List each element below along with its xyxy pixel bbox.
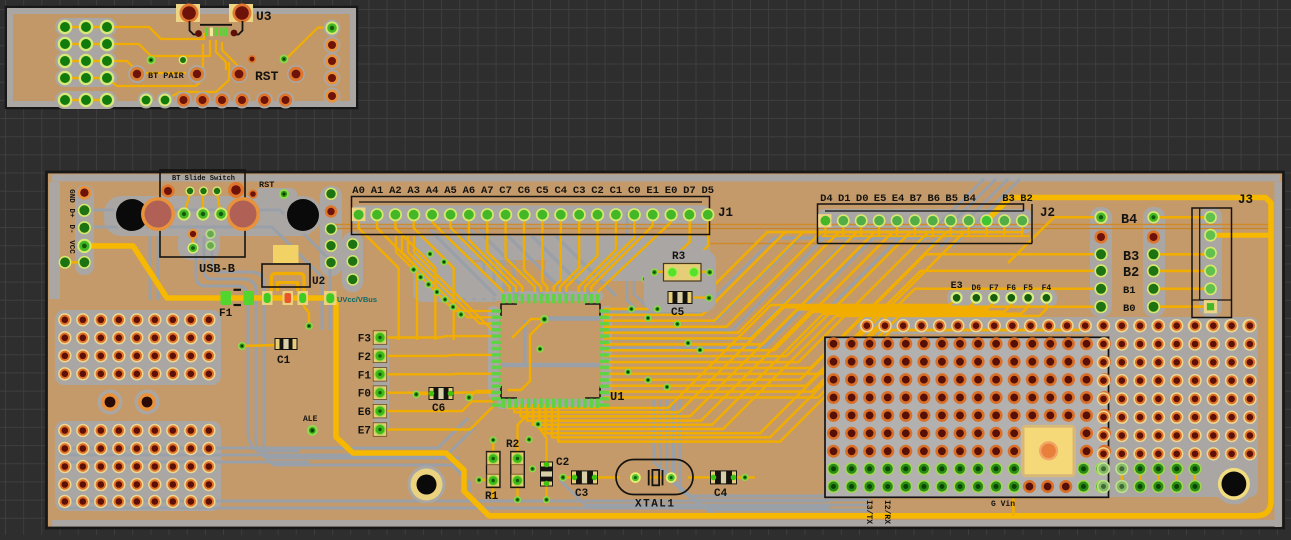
svg-text:C7: C7 (499, 185, 512, 197)
svg-text:C6: C6 (518, 185, 531, 197)
svg-text:RST: RST (259, 180, 274, 190)
svg-text:C4: C4 (554, 185, 567, 197)
svg-text:A0: A0 (352, 185, 365, 197)
svg-text:E6: E6 (358, 407, 371, 419)
svg-text:UVcc/VBus: UVcc/VBus (337, 295, 377, 304)
svg-text:BT Slide Switch: BT Slide Switch (172, 175, 235, 183)
svg-text:D6: D6 (971, 284, 981, 293)
svg-text:D7: D7 (683, 185, 696, 197)
svg-text:E0: E0 (665, 185, 678, 197)
svg-text:VCC: VCC (67, 240, 75, 254)
svg-text:F2: F2 (358, 352, 371, 364)
svg-text:I2/RX: I2/RX (882, 500, 891, 524)
svg-text:B2: B2 (1123, 266, 1139, 281)
svg-text:J2: J2 (1040, 206, 1055, 220)
svg-text:C1: C1 (610, 185, 623, 197)
svg-text:F5: F5 (1023, 284, 1033, 293)
svg-text:U2: U2 (312, 276, 325, 288)
svg-text:R3: R3 (672, 251, 686, 263)
svg-text:I3/TX: I3/TX (864, 500, 873, 524)
svg-text:E1: E1 (646, 185, 659, 197)
svg-text:B2: B2 (1020, 193, 1033, 205)
svg-text:B0: B0 (1123, 303, 1136, 315)
svg-text:GND: GND (67, 189, 75, 203)
svg-text:D0: D0 (856, 193, 869, 205)
svg-text:E4: E4 (892, 193, 905, 205)
svg-text:B4: B4 (963, 193, 976, 205)
svg-text:C4: C4 (714, 488, 728, 500)
svg-text:D-: D- (67, 224, 75, 233)
svg-text:G Vin: G Vin (991, 500, 1015, 509)
svg-text:J3: J3 (1238, 193, 1253, 207)
svg-text:E3: E3 (951, 281, 963, 292)
svg-text:F3: F3 (358, 334, 372, 346)
svg-text:E5: E5 (874, 193, 887, 205)
svg-text:C1: C1 (277, 355, 291, 367)
svg-text:B3: B3 (1123, 250, 1139, 265)
svg-text:D1: D1 (838, 193, 851, 205)
svg-text:B5: B5 (945, 193, 958, 205)
svg-text:A5: A5 (444, 185, 457, 197)
svg-text:B4: B4 (1121, 213, 1137, 228)
svg-text:C3: C3 (575, 488, 589, 500)
svg-text:F1: F1 (358, 370, 372, 382)
svg-text:D5: D5 (701, 185, 714, 197)
svg-text:A4: A4 (426, 185, 439, 197)
svg-text:C0: C0 (628, 185, 641, 197)
svg-text:A6: A6 (463, 185, 476, 197)
svg-text:B6: B6 (927, 193, 940, 205)
svg-text:B3: B3 (1002, 193, 1015, 205)
svg-text:C5: C5 (671, 307, 685, 319)
svg-text:U3: U3 (256, 9, 272, 24)
svg-text:R2: R2 (506, 439, 519, 451)
svg-text:BT PAIR: BT PAIR (148, 71, 185, 81)
svg-text:F1: F1 (219, 308, 233, 320)
svg-text:F4: F4 (1042, 284, 1052, 293)
svg-text:ALE: ALE (303, 415, 318, 424)
svg-text:A2: A2 (389, 185, 402, 197)
svg-text:XTAL1: XTAL1 (635, 499, 676, 511)
svg-text:C2: C2 (556, 457, 569, 469)
svg-text:RST: RST (255, 69, 279, 84)
svg-text:C6: C6 (432, 403, 445, 415)
svg-text:B7: B7 (910, 193, 923, 205)
svg-text:J1: J1 (718, 206, 733, 220)
svg-text:C3: C3 (573, 185, 586, 197)
svg-text:F7: F7 (989, 284, 999, 293)
svg-text:F6: F6 (1006, 284, 1016, 293)
svg-text:D4: D4 (820, 193, 833, 205)
svg-text:F0: F0 (358, 389, 371, 401)
svg-text:A7: A7 (481, 185, 494, 197)
svg-text:A1: A1 (371, 185, 384, 197)
svg-text:B1: B1 (1123, 285, 1136, 297)
svg-text:C5: C5 (536, 185, 549, 197)
svg-text:A3: A3 (407, 185, 420, 197)
svg-text:D+: D+ (67, 208, 75, 218)
svg-text:U1: U1 (610, 390, 624, 404)
svg-text:C2: C2 (591, 185, 604, 197)
svg-text:R1: R1 (485, 491, 499, 503)
svg-text:USB-B: USB-B (199, 262, 235, 276)
svg-text:E7: E7 (358, 426, 371, 438)
